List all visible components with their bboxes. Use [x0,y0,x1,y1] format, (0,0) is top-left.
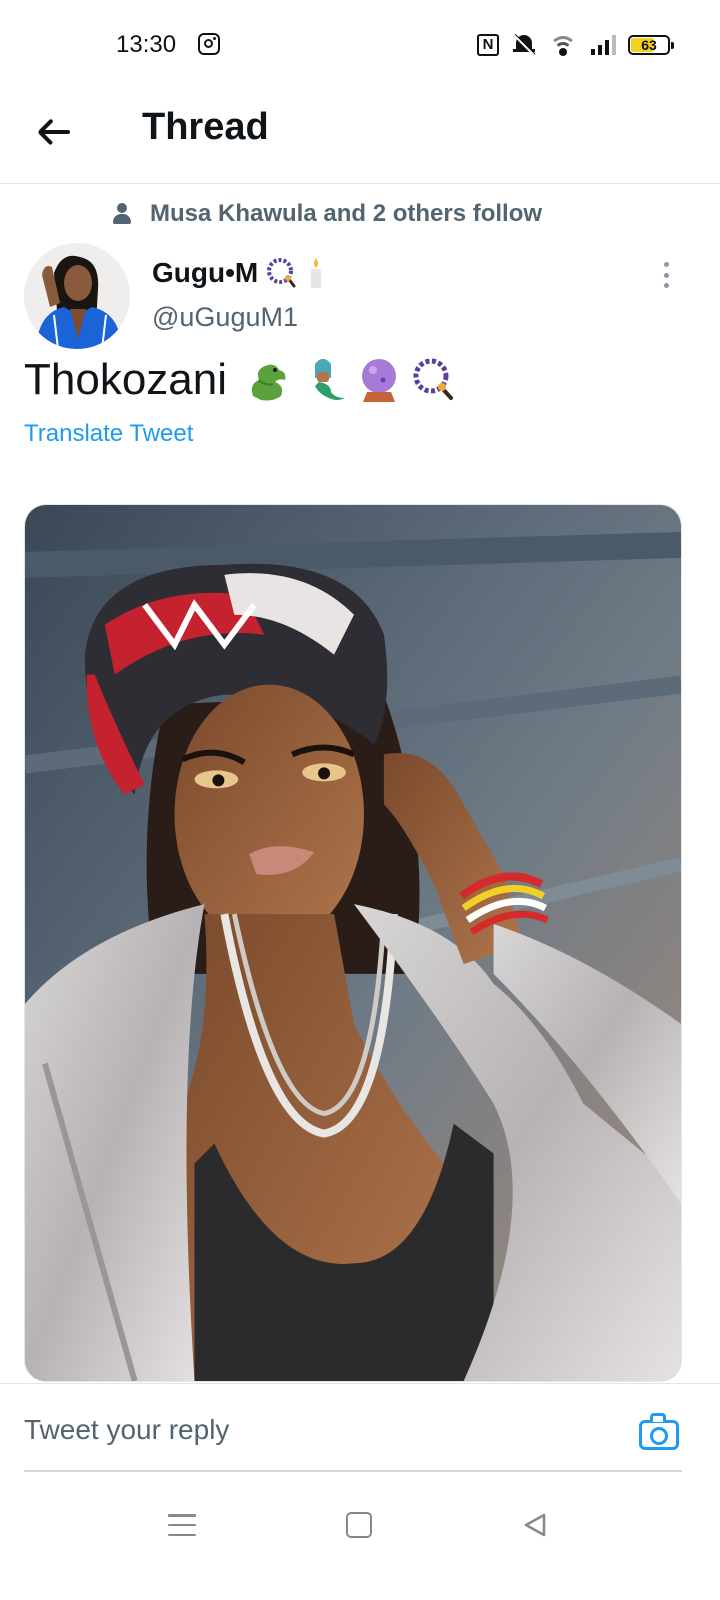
wifi-icon [549,34,579,56]
status-bar: 13:30 N 63 [0,0,720,92]
back-triangle-icon[interactable] [522,1512,548,1538]
reply-underline [24,1470,682,1472]
author-name[interactable]: Gugu•M [152,256,326,290]
menu-icon[interactable] [168,1512,196,1538]
candle-emoji [311,258,322,288]
reply-input[interactable]: Tweet your reply [24,1414,229,1446]
author-name-text: Gugu•M [152,257,259,288]
person-icon [112,202,132,226]
reply-bar: Tweet your reply [0,1383,720,1475]
more-vertical-icon [663,262,669,267]
system-nav-bar [0,1476,720,1600]
prayer-beads-emoji [413,358,454,400]
nfc-icon: N [477,34,499,56]
battery-level: 63 [641,37,657,53]
author-handle[interactable]: @uGuguM1 [152,302,298,333]
page-title: Thread [142,106,269,148]
tweet-photo[interactable] [24,504,682,1382]
translate-tweet-link[interactable]: Translate Tweet [24,420,193,448]
prayer-beads-emoji [267,258,296,288]
camera-button[interactable] [638,1412,680,1452]
battery-icon: 63 [628,35,674,55]
back-button[interactable] [36,112,76,152]
instagram-icon [198,33,220,55]
tweet-text-content: Thokozani [24,355,228,404]
mermaid-emoji [315,359,346,400]
signal-icon [591,35,616,55]
status-time: 13:30 [116,31,177,58]
dragon-emoji [251,364,286,401]
status-icons: N 63 [477,30,674,60]
social-context[interactable]: Musa Khawula and 2 others follow [112,198,542,230]
thread-header: Thread [0,92,720,184]
social-context-text: Musa Khawula and 2 others follow [150,200,543,227]
avatar[interactable] [24,243,130,349]
more-options-button[interactable] [654,258,678,292]
crystal-ball-emoji [362,359,397,402]
home-square-icon[interactable] [346,1512,372,1538]
tweet-text: Thokozani [24,350,457,410]
bell-muted-icon [511,33,537,57]
